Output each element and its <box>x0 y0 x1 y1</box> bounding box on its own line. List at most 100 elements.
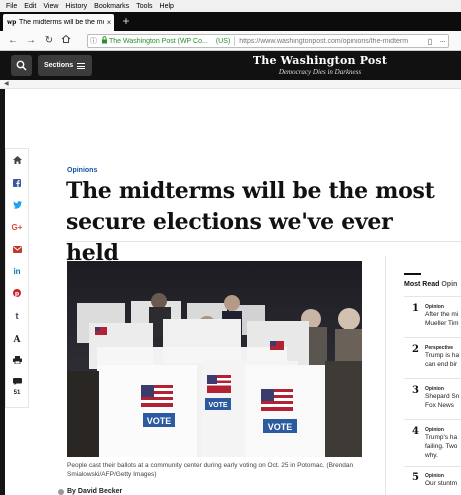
facebook-icon <box>13 179 21 187</box>
most-read-number: 5 <box>412 472 419 483</box>
most-read-number: 2 <box>412 344 419 355</box>
address-bar[interactable]: ⓘ The Washington Post (WP Co... (US) htt… <box>87 34 449 48</box>
vote-sign-1: VOTE <box>147 416 172 426</box>
reload-button[interactable]: ↻ <box>42 34 56 48</box>
headline-line-1: The midterms will be the most <box>66 178 435 204</box>
linkedin-icon: in <box>13 267 21 276</box>
site-header: Sections The Washington Post Democracy D… <box>0 51 461 80</box>
pinterest-share-button[interactable]: p <box>6 286 28 302</box>
tumblr-icon: t <box>15 311 19 321</box>
site-logo[interactable]: The Washington Post Democracy Dies in Da… <box>240 54 400 76</box>
scroll-left-arrow-icon[interactable]: ◀ <box>4 80 9 87</box>
reader-view-icon[interactable]: ▯ <box>424 37 436 46</box>
twitter-share-button[interactable] <box>6 198 28 214</box>
google-plus-share-button[interactable]: G+ <box>6 220 28 236</box>
text-size-button[interactable]: A <box>6 332 28 348</box>
most-read-kicker: Perspective <box>425 345 454 351</box>
most-read-item[interactable]: 5 Opinion Our stuntm <box>404 472 461 494</box>
comment-icon <box>12 378 22 385</box>
print-button[interactable] <box>6 353 28 369</box>
most-read-kicker: Opinion <box>425 427 444 433</box>
back-button[interactable]: ← <box>6 34 20 48</box>
most-read-title: Most Read Opin <box>404 281 457 288</box>
most-read-item[interactable]: 4 Opinion Trump's ha failing. Two why. <box>404 426 461 466</box>
most-read-headline-2: failing. Two <box>425 443 458 450</box>
tumblr-share-button[interactable]: t <box>6 308 28 324</box>
article-headline: The midterms will be the most secure ele… <box>66 176 446 269</box>
most-read-headline: Shepard Sn <box>425 393 460 400</box>
facebook-share-button[interactable] <box>6 176 28 192</box>
most-read-headline: Trump is ha <box>425 352 460 359</box>
url-text[interactable]: https://www.washingtonpost.com/opinions/… <box>239 38 424 45</box>
comments-button[interactable] <box>6 376 28 388</box>
headline-divider <box>66 241 461 242</box>
most-read-item[interactable]: 1 Opinion After the mi Mueller Tim <box>404 303 461 337</box>
hamburger-icon <box>77 62 86 69</box>
most-read-number: 1 <box>412 303 419 314</box>
linkedin-share-button[interactable]: in <box>6 264 28 280</box>
vote-sign-2: VOTE <box>208 402 227 409</box>
sections-label: Sections <box>44 62 74 69</box>
email-share-button[interactable] <box>6 242 28 258</box>
lock-icon[interactable] <box>99 36 109 46</box>
most-read-headline: Trump's ha <box>425 434 458 441</box>
vote-sign-3: VOTE <box>268 422 293 432</box>
most-read-number: 4 <box>412 426 419 437</box>
page-scroll-strip: ◀ <box>0 80 461 89</box>
most-read-item[interactable]: 2 Perspective Trump is ha can end bir <box>404 344 461 378</box>
home-icon <box>12 156 22 164</box>
print-icon <box>12 356 22 365</box>
pinterest-icon: p <box>13 289 21 297</box>
site-country: (US) <box>215 37 231 45</box>
most-read-kicker: Opinion <box>425 386 444 392</box>
menu-bookmarks[interactable]: Bookmarks <box>94 3 129 10</box>
wapo-favicon-icon: wp <box>7 19 17 26</box>
new-tab-button[interactable]: + <box>119 14 133 29</box>
menu-edit[interactable]: Edit <box>24 3 36 10</box>
most-read-item[interactable]: 3 Opinion Shepard Sn Fox News <box>404 385 461 419</box>
share-rail: G+ in p t A 51 <box>5 148 29 408</box>
most-read-headline-2: Mueller Tim <box>425 320 459 327</box>
most-read-headline-2: can end bir <box>425 361 458 368</box>
most-read-headline: After the mi <box>425 311 459 318</box>
most-read-label: Most Read <box>404 281 440 288</box>
comment-count[interactable]: 51 <box>6 390 28 396</box>
home-icon <box>61 34 71 43</box>
info-icon[interactable]: ⓘ <box>88 36 99 46</box>
menu-bar: File Edit View History Bookmarks Tools H… <box>0 0 461 12</box>
flag-1 <box>95 327 107 335</box>
author-avatar[interactable] <box>58 489 64 495</box>
most-read-number: 3 <box>412 385 419 396</box>
browser-tab[interactable]: wp The midterms will be the most × <box>3 14 114 31</box>
site-identity: The Washington Post (WP Co... <box>109 37 208 45</box>
home-share-button[interactable] <box>6 153 28 169</box>
search-button[interactable] <box>11 55 32 76</box>
most-read-kicker: Opinion <box>425 473 444 479</box>
article-kicker[interactable]: Opinions <box>67 167 97 174</box>
svg-text:p: p <box>15 290 20 297</box>
article-photo[interactable]: VOTE VOTE VOTE <box>67 261 362 457</box>
article-byline[interactable]: By David Becker <box>67 488 122 495</box>
voters-photo: VOTE VOTE VOTE <box>67 261 362 457</box>
twitter-icon <box>12 201 22 209</box>
forward-button[interactable]: → <box>24 34 38 48</box>
email-icon <box>12 246 22 253</box>
text-size-icon: A <box>13 335 21 345</box>
headline-line-2: secure elections we've ever held <box>66 209 393 266</box>
navigation-bar: ← → ↻ ⓘ The Washington Post (WP Co... (U… <box>0 31 461 51</box>
most-read-section: Opin <box>441 281 458 288</box>
most-read-headline-3: why. <box>425 452 438 459</box>
menu-file[interactable]: File <box>6 3 17 10</box>
home-button[interactable] <box>59 34 73 48</box>
menu-view[interactable]: View <box>43 3 58 10</box>
menu-tools[interactable]: Tools <box>136 3 152 10</box>
menu-history[interactable]: History <box>65 3 87 10</box>
sections-button[interactable]: Sections <box>38 55 92 76</box>
close-tab-icon[interactable]: × <box>104 18 114 27</box>
menu-help[interactable]: Help <box>160 3 174 10</box>
page-actions-icon[interactable]: ··· <box>436 37 448 46</box>
most-read-headline: Our stuntm <box>425 480 458 487</box>
sidebar-divider <box>385 256 386 495</box>
search-icon <box>16 60 27 71</box>
most-read-accent <box>404 273 421 275</box>
